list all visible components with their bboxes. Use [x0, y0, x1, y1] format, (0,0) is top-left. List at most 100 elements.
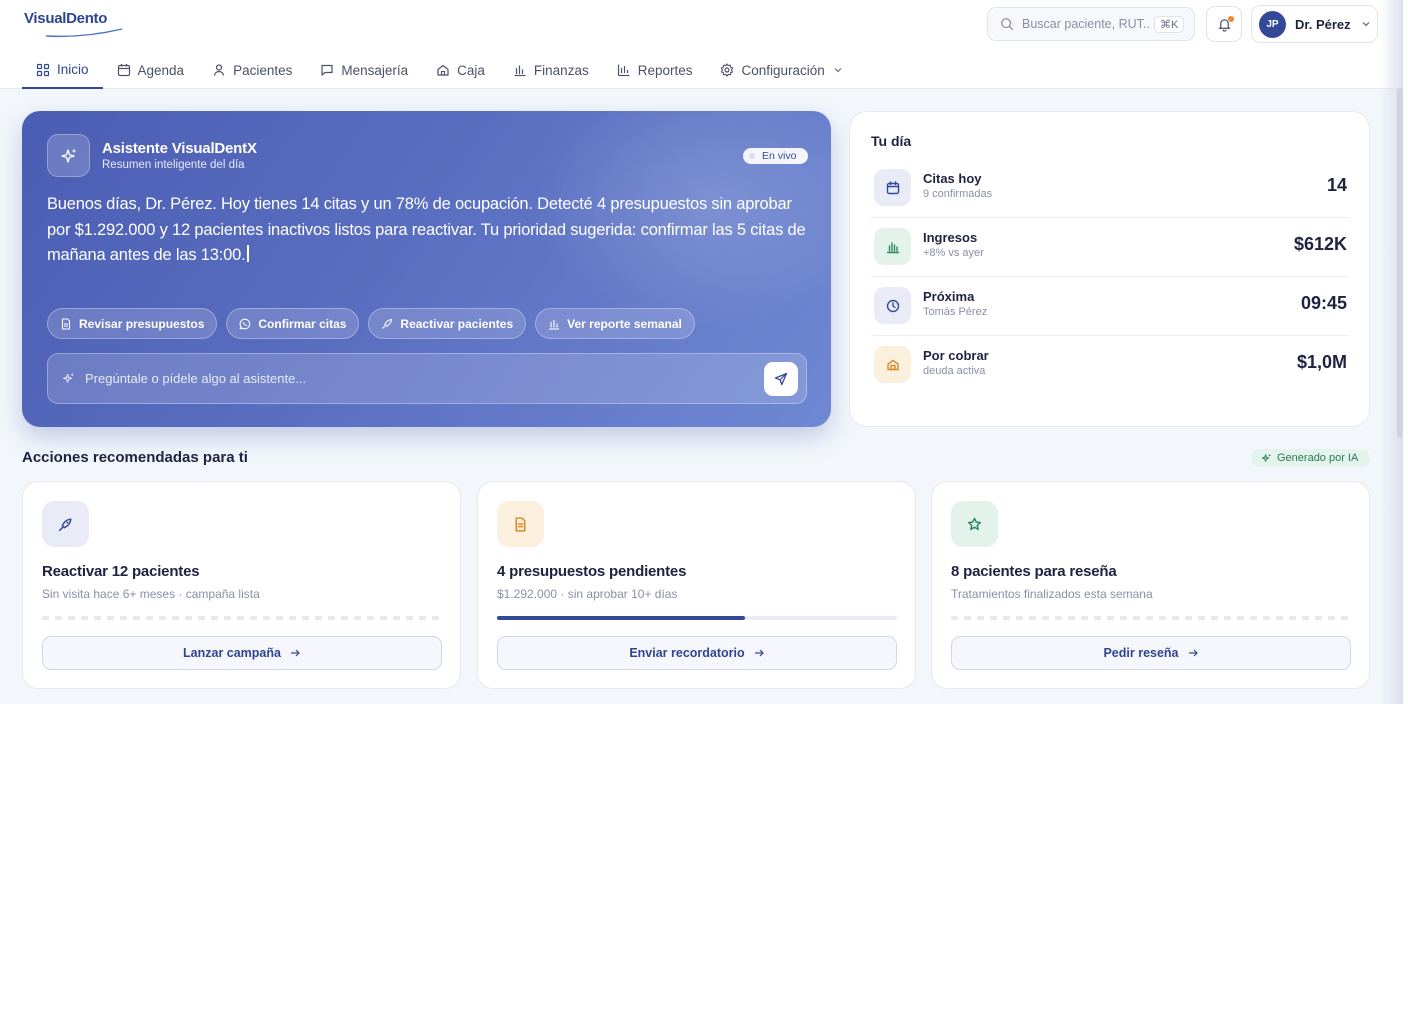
sparkles-icon: [63, 372, 75, 383]
tab-pacientes[interactable]: Pacientes: [198, 52, 306, 88]
day-row-sub: 9 confirmadas: [923, 188, 993, 200]
live-dot: [749, 153, 755, 159]
sparkles-icon: [60, 148, 76, 163]
bar-chart-icon: [549, 319, 560, 330]
progress-fill: [497, 616, 745, 620]
search-placeholder: Buscar paciente, RUT...: [1022, 17, 1150, 31]
grid-icon: [36, 63, 50, 76]
assistant-message-text: Buenos días, Dr. Pérez. Hoy tienes 14 ci…: [47, 195, 806, 264]
tab-label: Configuración: [741, 62, 825, 78]
rec-card-subtitle: Sin visita hace 6+ meses · campaña lista: [42, 587, 260, 601]
tab-reportes[interactable]: Reportes: [603, 52, 707, 88]
bar-chart-icon: [886, 241, 899, 253]
arrow-right-icon: [754, 649, 764, 657]
assistant-avatar: [47, 134, 90, 177]
rec-card-title: Reactivar 12 pacientes: [42, 563, 200, 580]
day-row-sub: Tomás Pérez: [923, 306, 988, 318]
chip-confirmar-citas[interactable]: Confirmar citas: [226, 308, 360, 339]
chip-revisar-presupuestos[interactable]: Revisar presupuestos: [47, 308, 218, 339]
day-row-value: $612K: [1293, 234, 1347, 254]
tab-mensajeria[interactable]: Mensajería: [306, 52, 422, 88]
lanzar-campana-button[interactable]: Lanzar campaña: [42, 636, 442, 670]
rec-card-progress: [951, 616, 1351, 620]
recommendations-title: Acciones recomendadas para ti: [22, 449, 248, 466]
ai-generated-badge: Generado por IA: [1251, 449, 1370, 467]
enviar-recordatorio-button[interactable]: Enviar recordatorio: [497, 636, 897, 670]
rec-card-presupuestos: 4 presupuestos pendientes $1.292.000 · s…: [477, 481, 916, 689]
scrollbar-thumb[interactable]: [1397, 88, 1403, 438]
logo-swoosh-icon: [45, 28, 123, 38]
gear-icon: [721, 63, 734, 77]
search-input[interactable]: Buscar paciente, RUT... ⌘K: [987, 7, 1195, 41]
assistant-card: Asistente VisualDentX Resumen inteligent…: [22, 111, 831, 427]
pedir-resena-button[interactable]: Pedir reseña: [951, 636, 1351, 670]
user-menu[interactable]: JP Dr. Pérez: [1251, 5, 1378, 43]
chip-label: Revisar presupuestos: [79, 316, 205, 331]
chevron-down-icon: [834, 68, 842, 73]
tab-agenda[interactable]: Agenda: [103, 52, 199, 88]
sparkles-icon: [1261, 453, 1272, 462]
tab-caja[interactable]: Caja: [422, 52, 499, 88]
tab-inicio[interactable]: Inicio: [22, 52, 103, 89]
arrow-right-icon: [1188, 649, 1198, 657]
notifications-button[interactable]: [1206, 6, 1242, 42]
tab-label: Pacientes: [233, 62, 293, 78]
button-label: Lanzar campaña: [183, 646, 281, 660]
rec-card-reactivar: Reactivar 12 pacientes Sin visita hace 6…: [22, 481, 461, 689]
chip-label: Confirmar citas: [258, 316, 347, 331]
rec-card-title: 4 presupuestos pendientes: [497, 563, 687, 580]
live-badge: En vivo: [743, 148, 808, 164]
day-row-ingresos[interactable]: Ingresos +8% vs ayer $612K: [871, 218, 1349, 277]
chip-label: Ver reporte semanal: [567, 316, 682, 331]
button-label: Enviar recordatorio: [629, 646, 745, 660]
tab-label: Inicio: [57, 62, 89, 77]
search-icon: [1001, 18, 1014, 31]
message-icon: [321, 64, 333, 76]
day-row-value: 14: [1326, 175, 1347, 195]
send-button[interactable]: [764, 362, 798, 396]
rec-card-resena: 8 pacientes para reseña Tratamientos fin…: [931, 481, 1370, 689]
day-row-proxima[interactable]: Próxima Tomás Pérez 09:45: [871, 277, 1349, 336]
home-icon: [437, 64, 449, 76]
rec-card-title: 8 pacientes para reseña: [951, 563, 1117, 580]
rec-card-icon: [497, 501, 544, 547]
day-row-label: Citas hoy: [923, 171, 982, 186]
app-window: VisualDento Buscar paciente, RUT... ⌘K J…: [0, 0, 1403, 704]
logo[interactable]: VisualDento: [24, 10, 123, 38]
rec-card-progress: [497, 616, 897, 620]
rec-card-progress: [42, 616, 442, 620]
chip-reactivar-pacientes[interactable]: Reactivar pacientes: [368, 308, 527, 339]
tab-label: Agenda: [137, 62, 185, 78]
day-row-value: $1,0M: [1296, 352, 1347, 372]
chevron-down-icon: [1362, 22, 1370, 27]
button-label: Pedir reseña: [1103, 646, 1179, 660]
tab-label: Reportes: [637, 62, 693, 78]
day-row-label: Próxima: [923, 289, 975, 304]
rec-card-subtitle: $1.292.000 · sin aprobar 10+ días: [497, 587, 678, 601]
day-row-citas[interactable]: Citas hoy 9 confirmadas 14: [871, 159, 1349, 218]
search-shortcut: ⌘K: [1154, 15, 1185, 33]
user-name: Dr. Pérez: [1295, 16, 1351, 32]
quick-actions: Revisar presupuestos Confirmar citas Rea…: [47, 308, 704, 339]
logo-text: VisualDento: [24, 10, 108, 27]
tab-label: Finanzas: [533, 62, 589, 78]
chip-ver-reporte-semanal[interactable]: Ver reporte semanal: [535, 308, 695, 339]
wallet-icon: [886, 359, 899, 370]
chip-label: Reactivar pacientes: [400, 316, 514, 331]
ai-badge-label: Generado por IA: [1277, 452, 1359, 464]
typing-caret: [247, 245, 250, 262]
assistant-ask-input[interactable]: Pregúntale o pídele algo al asistente...: [47, 353, 807, 404]
day-row-icon: [874, 169, 911, 206]
arrow-right-icon: [290, 649, 300, 657]
day-row-por-cobrar[interactable]: Por cobrar deuda activa $1,0M: [871, 336, 1349, 395]
tab-label: Caja: [457, 62, 485, 78]
tab-configuracion[interactable]: Configuración: [706, 52, 856, 88]
assistant-title: Asistente VisualDentX: [102, 140, 257, 157]
user-icon: [213, 64, 225, 76]
top-header: VisualDento Buscar paciente, RUT... ⌘K J…: [0, 0, 1403, 89]
calendar-icon: [117, 64, 130, 77]
notification-dot: [1228, 16, 1234, 22]
ask-placeholder: Pregúntale o pídele algo al asistente...: [85, 371, 307, 386]
day-row-sub: +8% vs ayer: [923, 247, 984, 259]
tab-finanzas[interactable]: Finanzas: [499, 52, 603, 88]
